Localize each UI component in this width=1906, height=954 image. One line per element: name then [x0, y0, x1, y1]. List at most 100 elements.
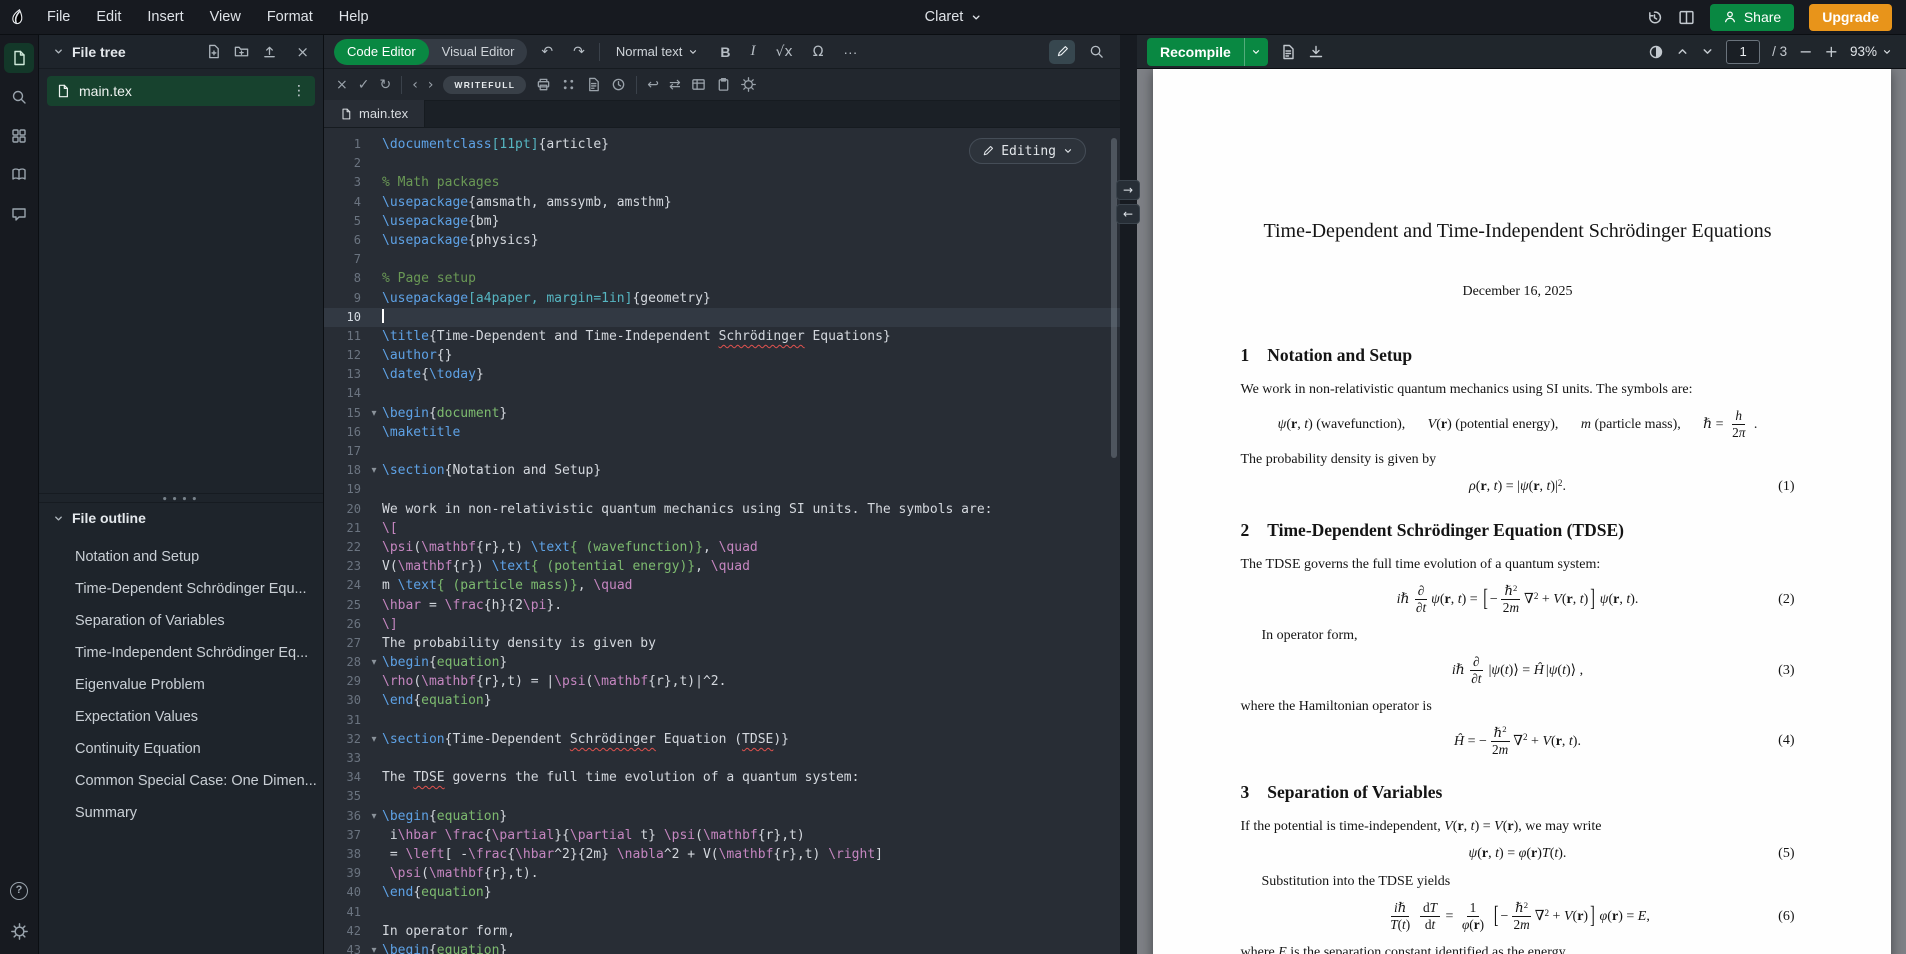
chevron-down-icon[interactable]	[53, 513, 64, 524]
page-up-icon[interactable]	[1676, 45, 1689, 58]
code-line-12[interactable]: 12 \author{}	[324, 346, 1120, 365]
bold-button[interactable]: B	[714, 40, 736, 64]
menu-file[interactable]: File	[34, 0, 83, 34]
outline-item[interactable]: Expectation Values	[39, 701, 323, 733]
code-line-4[interactable]: 4 \usepackage{amsmath, amssymb, amsthm}	[324, 193, 1120, 212]
fold-caret-icon[interactable]: ▾	[366, 461, 382, 480]
panel-resize-handle[interactable]: ∙∙∙∙	[39, 492, 323, 505]
outline-item[interactable]: Time-Dependent Schrödinger Equ...	[39, 573, 323, 605]
code-line-38[interactable]: 38 = \left[ -\frac{\hbar^2}{2m} \nabla^2…	[324, 845, 1120, 864]
chevron-down-icon[interactable]	[53, 46, 64, 57]
editing-mode-button[interactable]: Editing	[969, 138, 1086, 164]
previous-suggestion-icon[interactable]: ‹	[412, 77, 418, 93]
code-line-20[interactable]: 20 We work in non-relativistic quantum me…	[324, 500, 1120, 519]
new-file-icon[interactable]	[206, 44, 221, 59]
download-pdf-icon[interactable]	[1308, 44, 1324, 60]
code-line-17[interactable]: 17	[324, 442, 1120, 461]
code-line-43[interactable]: 43 ▾ \begin{equation}	[324, 941, 1120, 954]
code-line-33[interactable]: 33	[324, 749, 1120, 768]
swap-icon[interactable]: ⇄	[669, 77, 681, 93]
code-line-24[interactable]: 24 m \text{ (particle mass)}, \quad	[324, 576, 1120, 595]
code-line-37[interactable]: 37 i\hbar \frac{\partial}{\partial t} \p…	[324, 826, 1120, 845]
undo-icon[interactable]: ↶	[535, 40, 559, 64]
outline-item[interactable]: Continuity Equation	[39, 733, 323, 765]
table-icon[interactable]	[691, 77, 706, 92]
code-line-21[interactable]: 21 \[	[324, 519, 1120, 538]
code-line-42[interactable]: 42 In operator form,	[324, 922, 1120, 941]
outline-item[interactable]: Time-Independent Schrödinger Eq...	[39, 637, 323, 669]
next-suggestion-icon[interactable]: ›	[428, 77, 434, 93]
code-line-10[interactable]: 10	[324, 307, 1120, 327]
apps-dots-icon[interactable]	[561, 77, 576, 92]
zoom-level-dropdown[interactable]: 93%	[1850, 44, 1892, 59]
menu-insert[interactable]: Insert	[134, 0, 196, 34]
code-line-39[interactable]: 39 \psi(\mathbf{r},t).	[324, 864, 1120, 883]
panel-divider[interactable]: → ←	[1116, 35, 1140, 954]
code-line-41[interactable]: 41	[324, 903, 1120, 922]
close-panel-icon[interactable]: ×	[296, 43, 309, 61]
code-line-13[interactable]: 13 \date{\today}	[324, 365, 1120, 384]
code-editor-area[interactable]: 1 \documentclass[11pt]{article} 2 3% Math p…	[324, 128, 1120, 954]
code-line-23[interactable]: 23 V(\mathbf{r}) \text{ (potential energy…	[324, 557, 1120, 576]
help-icon[interactable]: ?	[4, 876, 34, 906]
printer-icon[interactable]	[536, 77, 551, 92]
rail-files-icon[interactable]	[4, 43, 34, 73]
code-line-35[interactable]: 35	[324, 787, 1120, 806]
outline-item[interactable]: Notation and Setup	[39, 541, 323, 573]
code-line-14[interactable]: 14	[324, 384, 1120, 403]
rail-search-icon[interactable]	[4, 82, 34, 112]
settings-gear-icon[interactable]	[4, 916, 34, 946]
view-logs-icon[interactable]	[1280, 44, 1296, 60]
document-icon[interactable]	[586, 77, 601, 92]
writefull-settings-gear-icon[interactable]	[740, 77, 756, 92]
divider-expand-right-icon[interactable]: →	[1116, 180, 1140, 200]
paragraph-style-dropdown[interactable]: Normal text	[608, 40, 706, 63]
fold-caret-icon[interactable]: ▾	[366, 653, 382, 672]
code-line-30[interactable]: 30 \end{equation}	[324, 691, 1120, 710]
new-folder-icon[interactable]	[234, 44, 249, 59]
more-tools-icon[interactable]: ···	[837, 40, 863, 64]
code-line-29[interactable]: 29 \rho(\mathbf{r},t) = |\psi(\mathbf{r},…	[324, 672, 1120, 691]
code-line-40[interactable]: 40 \end{equation}	[324, 883, 1120, 902]
history-clock-icon[interactable]	[611, 77, 626, 92]
divider-expand-left-icon[interactable]: ←	[1116, 204, 1140, 224]
page-number-input[interactable]: 1	[1726, 39, 1761, 64]
file-menu-kebab-icon[interactable]: ⋮	[292, 83, 306, 99]
page-down-icon[interactable]	[1701, 45, 1714, 58]
upgrade-button[interactable]: Upgrade	[1809, 3, 1892, 31]
outline-item[interactable]: Eigenvalue Problem	[39, 669, 323, 701]
search-in-file-icon[interactable]	[1083, 40, 1110, 63]
writefull-pen-icon[interactable]	[1049, 39, 1075, 64]
dismiss-icon[interactable]: ×	[336, 77, 348, 93]
refresh-icon[interactable]: ↻	[379, 77, 391, 93]
tab-main-tex[interactable]: main.tex	[324, 100, 426, 127]
code-line-5[interactable]: 5 \usepackage{bm}	[324, 212, 1120, 231]
layout-icon[interactable]	[1678, 9, 1695, 26]
code-line-3[interactable]: 3% Math packages	[324, 173, 1120, 192]
code-line-15[interactable]: 15 ▾ \begin{document}	[324, 404, 1120, 423]
outline-item[interactable]: Summary	[39, 797, 323, 829]
file-row-main-tex[interactable]: main.tex ⋮	[47, 76, 315, 106]
code-line-32[interactable]: 32 ▾ \section{Time-Dependent Schrödinger E…	[324, 730, 1120, 749]
code-line-7[interactable]: 7	[324, 250, 1120, 269]
fold-caret-icon[interactable]: ▾	[366, 730, 382, 749]
zoom-in-icon[interactable]: +	[1825, 42, 1838, 61]
accept-icon[interactable]: ✓	[358, 77, 370, 93]
project-name[interactable]: Claret	[925, 9, 982, 25]
code-line-34[interactable]: 34 The TDSE governs the full time evoluti…	[324, 768, 1120, 787]
code-line-28[interactable]: 28 ▾ \begin{equation}	[324, 653, 1120, 672]
menu-help[interactable]: Help	[326, 0, 382, 34]
visual-editor-toggle[interactable]: Visual Editor	[429, 39, 528, 65]
code-line-16[interactable]: 16 \maketitle	[324, 423, 1120, 442]
rail-integrations-icon[interactable]	[4, 121, 34, 151]
insert-math-icon[interactable]: √x	[769, 40, 798, 64]
clipboard-icon[interactable]	[716, 77, 731, 92]
share-button[interactable]: Share	[1709, 3, 1795, 31]
italic-button[interactable]: I	[744, 39, 761, 64]
fold-caret-icon[interactable]: ▾	[366, 807, 382, 826]
insert-symbol-icon[interactable]: Ω	[807, 40, 830, 64]
code-line-8[interactable]: 8% Page setup	[324, 269, 1120, 288]
menu-view[interactable]: View	[197, 0, 254, 34]
code-editor-toggle[interactable]: Code Editor	[334, 38, 429, 65]
code-line-27[interactable]: 27 The probability density is given by	[324, 634, 1120, 653]
